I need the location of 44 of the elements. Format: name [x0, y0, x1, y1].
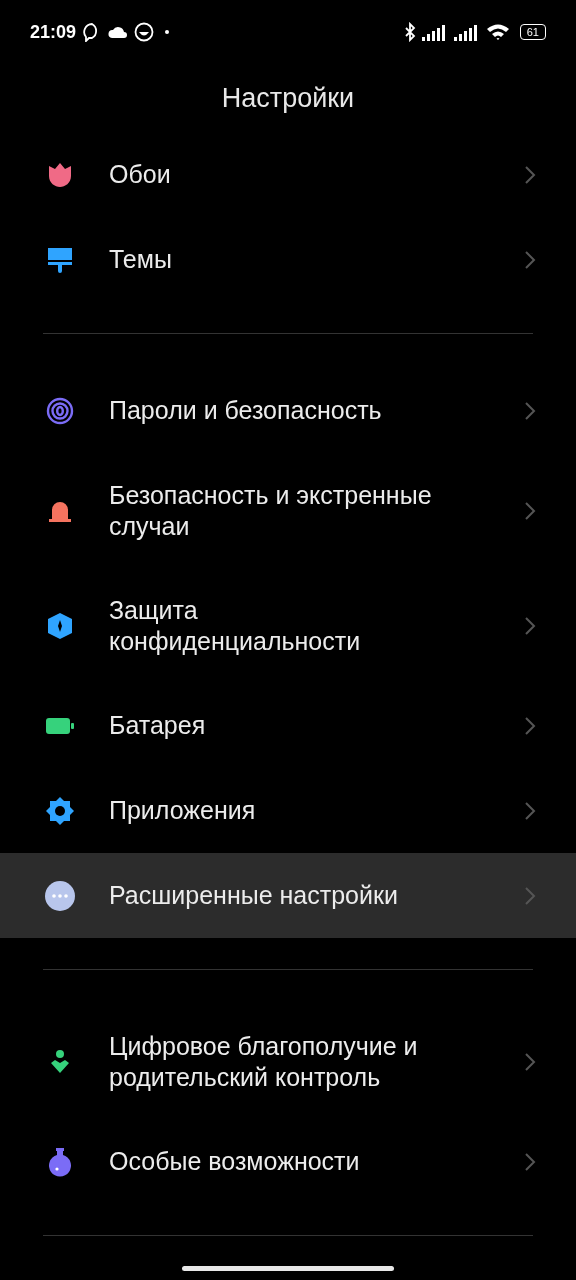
chevron-right-icon	[524, 1151, 536, 1172]
settings-item[interactable]: Батарея	[0, 683, 576, 768]
item-label: Особые возможности	[109, 1146, 361, 1177]
settings-item[interactable]: Цифровое благополучие и родительский контроль	[0, 1004, 576, 1119]
settings-item[interactable]: Расширенные настройки	[0, 853, 576, 938]
shield-icon	[45, 610, 75, 641]
chevron-right-icon	[524, 800, 536, 821]
chevron-right-icon	[524, 500, 536, 521]
chevron-right-icon	[524, 400, 536, 421]
smiley-icon	[134, 22, 155, 42]
chevron-right-icon	[524, 1051, 536, 1072]
item-label: Приложения	[109, 795, 257, 826]
battery-level: 61	[519, 24, 546, 40]
item-label: Темы	[109, 244, 173, 275]
item-label: Обои	[109, 159, 172, 190]
settings-item[interactable]: Пароли и безопасность	[0, 368, 576, 453]
signal-icon	[453, 23, 480, 41]
item-label: Цифровое благополучие и родительский контроль	[109, 1030, 419, 1093]
chevron-right-icon	[524, 615, 536, 636]
item-label: Пароли и безопасность	[109, 395, 383, 426]
chevron-right-icon	[524, 164, 536, 185]
settings-item[interactable]: Приложения	[0, 768, 576, 853]
settings-item[interactable]: Темы	[0, 217, 576, 302]
more-icon	[45, 880, 75, 911]
page-title: Настройки	[220, 81, 356, 115]
settings-item[interactable]: Особые возможности	[0, 1119, 576, 1204]
bluetooth-icon	[403, 22, 416, 42]
settings-item[interactable]: Безопасность и экстренные случаи	[0, 453, 576, 568]
clock: 21:09	[30, 21, 77, 43]
chevron-right-icon	[524, 885, 536, 906]
item-label: Безопасность и экстренные случаи	[109, 479, 433, 542]
fingerprint-icon	[45, 395, 75, 426]
chevron-right-icon	[524, 249, 536, 270]
item-label: Защита конфиденциальности	[109, 594, 362, 657]
item-label: Батарея	[109, 710, 207, 741]
item-label: Расширенные настройки	[109, 880, 399, 911]
signal-icon	[421, 23, 448, 41]
cloud-icon	[108, 25, 129, 39]
settings-item[interactable]: Обои	[0, 132, 576, 217]
wifi-icon	[485, 23, 510, 41]
settings-item[interactable]: Защита конфиденциальности	[0, 568, 576, 683]
gear-icon	[45, 795, 75, 826]
home-indicator[interactable]	[182, 1266, 394, 1271]
chevron-right-icon	[524, 715, 536, 736]
